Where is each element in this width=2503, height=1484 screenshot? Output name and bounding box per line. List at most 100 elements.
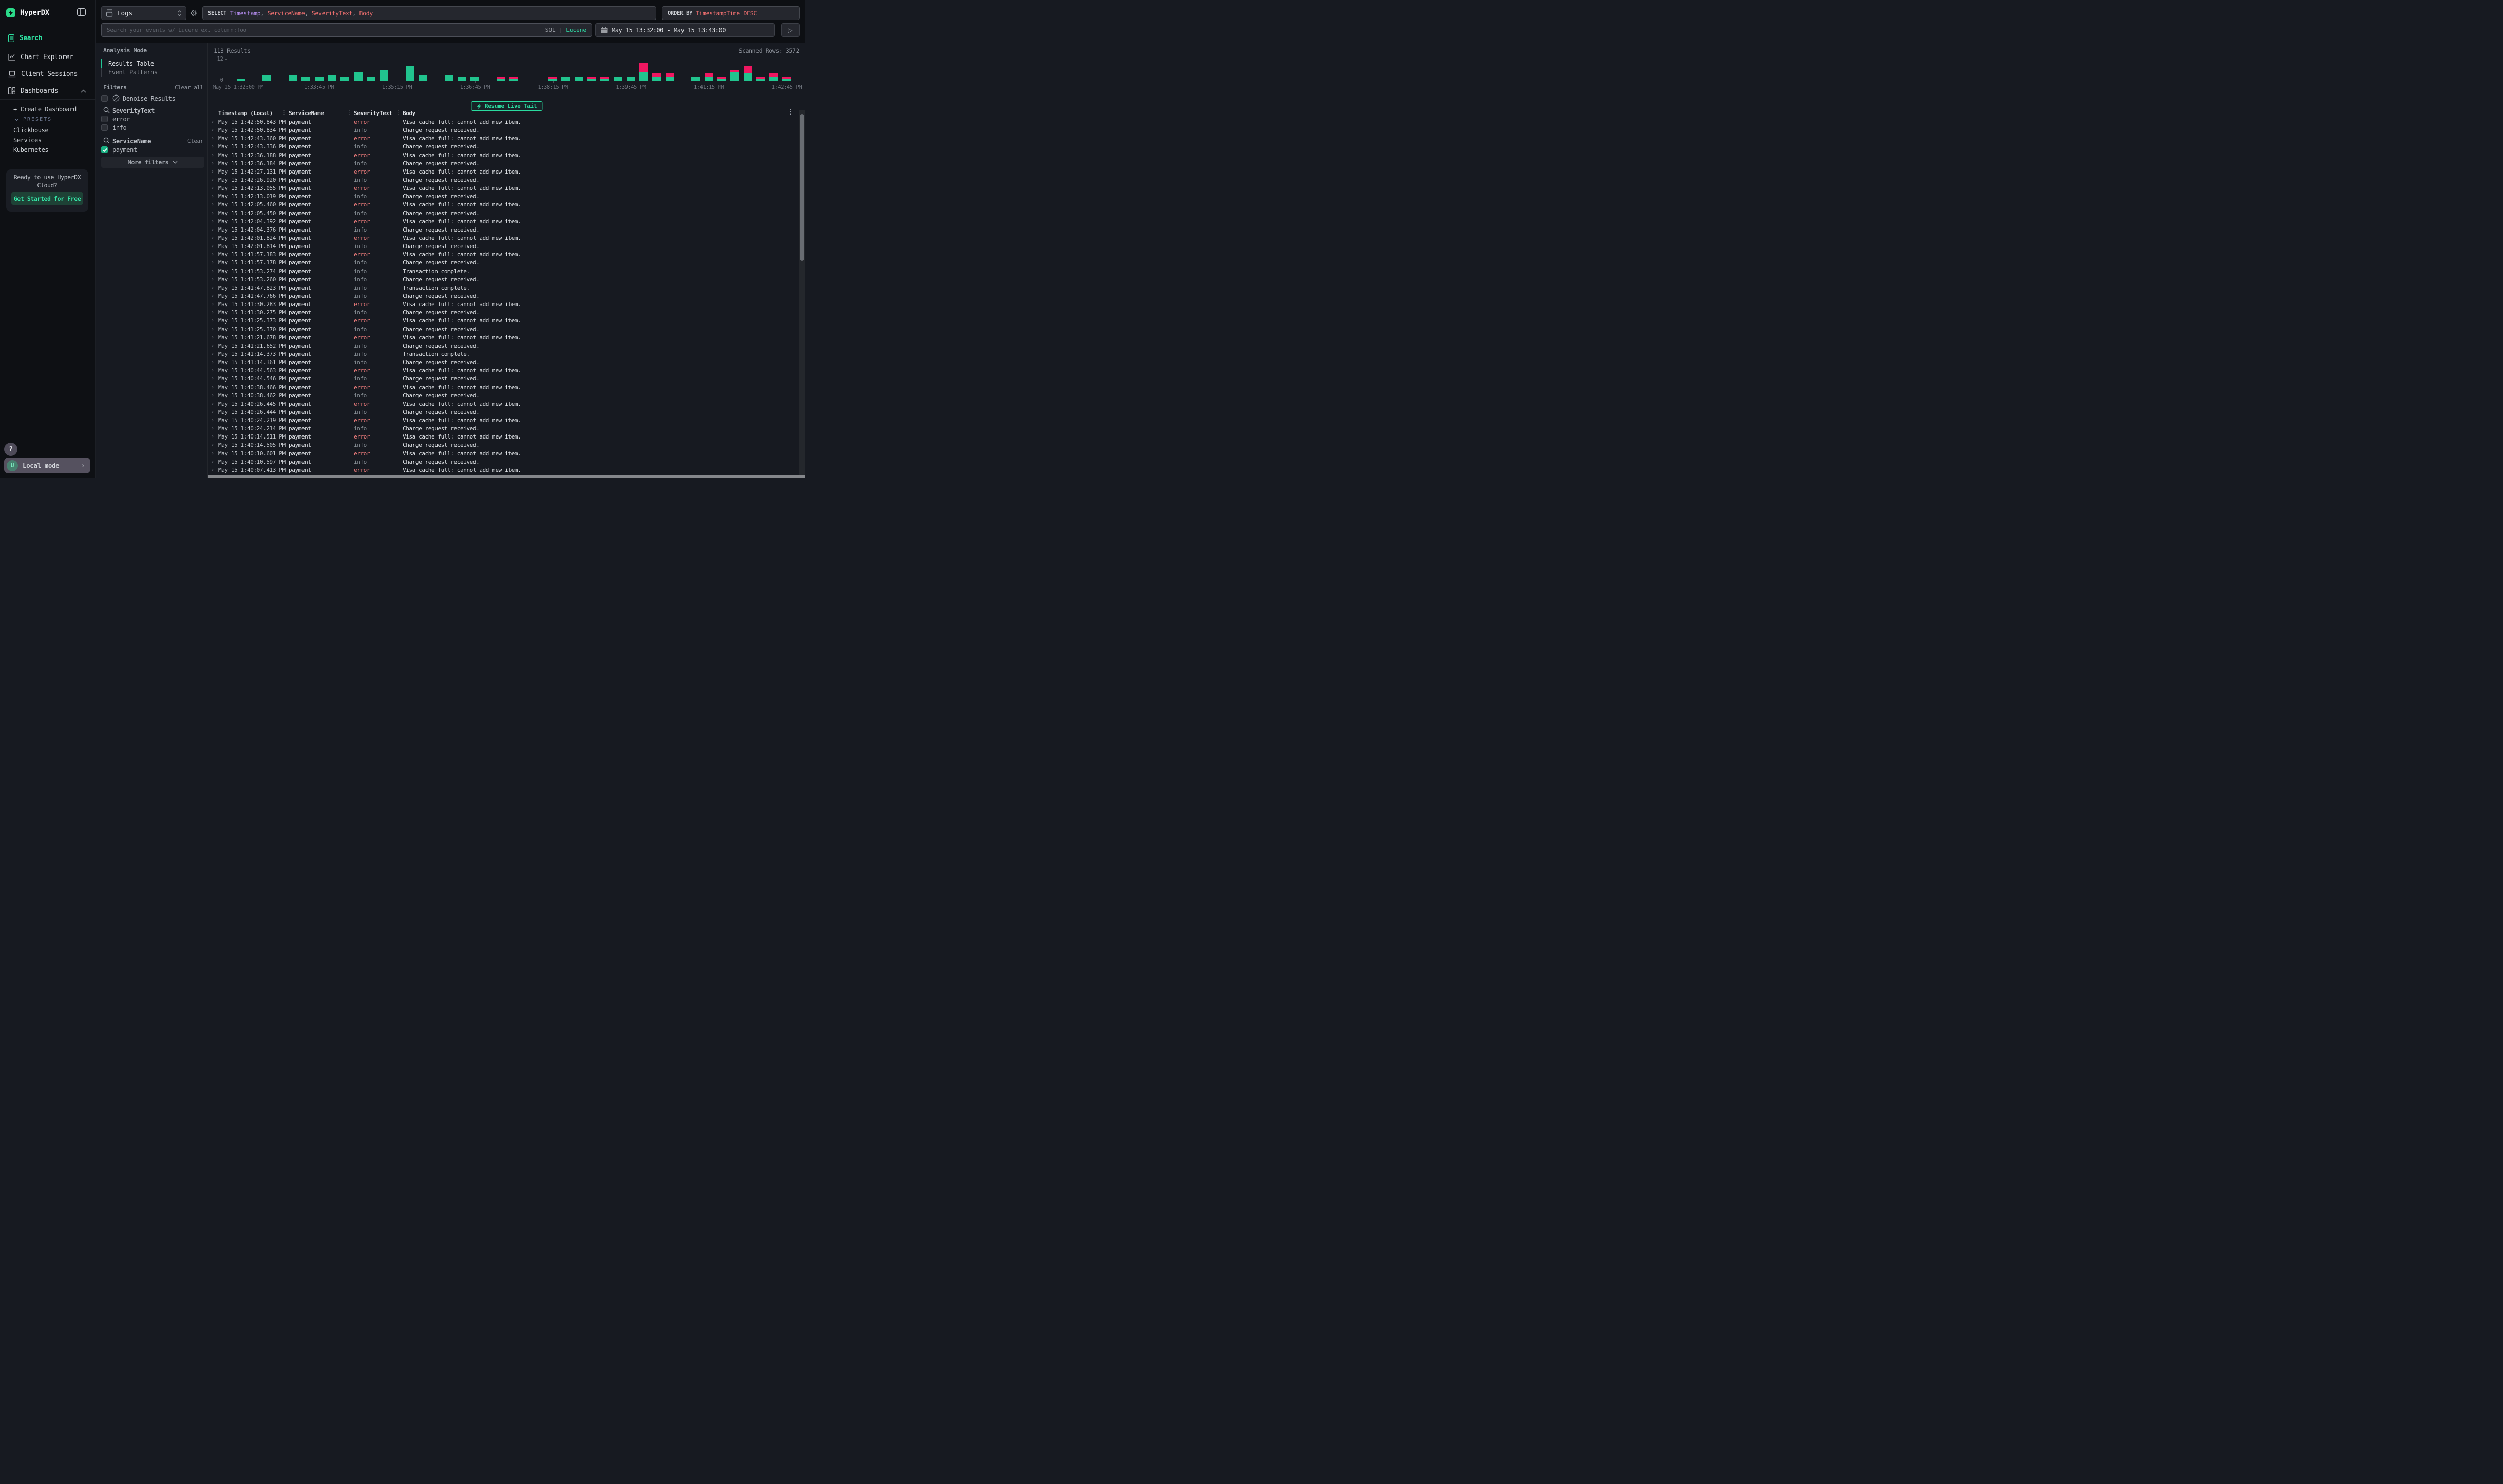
row-expand-icon[interactable]: › xyxy=(211,168,214,176)
row-expand-icon[interactable]: › xyxy=(211,259,214,267)
row-expand-icon[interactable]: › xyxy=(211,292,214,300)
table-row[interactable]: ›May 15 1:40:14.511 PMpaymenterrorVisa c… xyxy=(208,433,798,441)
checkbox-payment[interactable] xyxy=(101,146,108,153)
create-dashboard-button[interactable]: + Create Dashboard xyxy=(13,106,77,113)
chart-bar[interactable] xyxy=(587,77,596,81)
chart-bar[interactable] xyxy=(744,66,752,81)
row-expand-icon[interactable]: › xyxy=(211,201,214,209)
table-row[interactable]: ›May 15 1:40:26.444 PMpaymentinfoCharge … xyxy=(208,408,798,416)
column-resize-handle[interactable]: ⋮ xyxy=(347,110,352,116)
table-row[interactable]: ›May 15 1:40:38.466 PMpaymenterrorVisa c… xyxy=(208,384,798,392)
chart-bar[interactable] xyxy=(769,73,778,81)
run-query-button[interactable]: ▷ xyxy=(781,23,800,37)
row-expand-icon[interactable]: › xyxy=(211,226,214,234)
get-started-button[interactable]: Get Started for Free xyxy=(11,192,83,205)
row-expand-icon[interactable]: › xyxy=(211,176,214,184)
row-expand-icon[interactable]: › xyxy=(211,317,214,325)
row-expand-icon[interactable]: › xyxy=(211,350,214,358)
table-row[interactable]: ›May 15 1:42:43.360 PMpaymenterrorVisa c… xyxy=(208,135,798,143)
horizontal-scrollbar[interactable] xyxy=(208,475,805,478)
row-expand-icon[interactable]: › xyxy=(211,210,214,218)
sidebar-item-chart-explorer[interactable]: Chart Explorer xyxy=(0,51,96,63)
chart-bar[interactable] xyxy=(639,63,648,81)
table-row[interactable]: ›May 15 1:42:04.376 PMpaymentinfoCharge … xyxy=(208,226,798,234)
row-expand-icon[interactable]: › xyxy=(211,358,214,367)
row-expand-icon[interactable]: › xyxy=(211,234,214,242)
vertical-scrollbar[interactable] xyxy=(799,110,805,475)
table-row[interactable]: ›May 15 1:41:25.373 PMpaymenterrorVisa c… xyxy=(208,317,798,325)
column-resize-handle[interactable]: ⋮ xyxy=(396,110,401,116)
table-row[interactable]: ›May 15 1:40:44.563 PMpaymenterrorVisa c… xyxy=(208,367,798,375)
table-row[interactable]: ›May 15 1:41:14.361 PMpaymentinfoCharge … xyxy=(208,358,798,367)
help-button[interactable]: ? xyxy=(4,443,17,456)
row-expand-icon[interactable]: › xyxy=(211,118,214,126)
column-header-severitytext[interactable]: SeverityText xyxy=(354,110,392,117)
row-expand-icon[interactable]: › xyxy=(211,450,214,458)
table-row[interactable]: ›May 15 1:41:30.275 PMpaymentinfoCharge … xyxy=(208,309,798,317)
chart-bar[interactable] xyxy=(262,75,271,81)
sidebar-item-client-sessions[interactable]: Client Sessions xyxy=(0,68,96,80)
table-row[interactable]: ›May 15 1:40:10.597 PMpaymentinfoCharge … xyxy=(208,458,798,466)
time-range-picker[interactable]: May 15 13:32:00 - May 15 13:43:00 xyxy=(595,23,775,37)
mode-results-table[interactable]: Results Table xyxy=(101,59,199,68)
chart-bar[interactable] xyxy=(705,73,713,81)
table-row[interactable]: ›May 15 1:41:53.274 PMpaymentinfoTransac… xyxy=(208,268,798,276)
preset-item-kubernetes[interactable]: Kubernetes xyxy=(13,146,48,154)
table-row[interactable]: ›May 15 1:42:36.184 PMpaymentinfoCharge … xyxy=(208,160,798,168)
chart-bar[interactable] xyxy=(627,77,635,81)
table-row[interactable]: ›May 15 1:41:57.183 PMpaymenterrorVisa c… xyxy=(208,251,798,259)
sidebar-item-dashboards[interactable]: Dashboards xyxy=(0,85,96,97)
row-expand-icon[interactable]: › xyxy=(211,367,214,375)
search-input[interactable]: Search your events w/ Lucene ex. column:… xyxy=(101,23,592,37)
collapse-sidebar-icon[interactable] xyxy=(77,8,86,16)
row-expand-icon[interactable]: › xyxy=(211,151,214,160)
chart-bar[interactable] xyxy=(600,77,609,81)
table-row[interactable]: ›May 15 1:40:38.462 PMpaymentinfoCharge … xyxy=(208,392,798,400)
clear-servicename-button[interactable]: Clear xyxy=(187,138,203,144)
preset-item-services[interactable]: Services xyxy=(13,137,42,144)
table-row[interactable]: ›May 15 1:42:13.055 PMpaymenterrorVisa c… xyxy=(208,184,798,193)
table-row[interactable]: ›May 15 1:40:24.219 PMpaymenterrorVisa c… xyxy=(208,416,798,425)
table-row[interactable]: ›May 15 1:42:01.824 PMpaymenterrorVisa c… xyxy=(208,234,798,242)
row-expand-icon[interactable]: › xyxy=(211,184,214,193)
chart-bar[interactable] xyxy=(340,77,349,81)
table-row[interactable]: ›May 15 1:41:47.823 PMpaymentinfoTransac… xyxy=(208,284,798,292)
row-expand-icon[interactable]: › xyxy=(211,309,214,317)
more-filters-button[interactable]: More filters xyxy=(101,157,204,168)
gear-icon[interactable]: ⚙ xyxy=(189,9,198,18)
row-expand-icon[interactable]: › xyxy=(211,218,214,226)
table-row[interactable]: ›May 15 1:42:05.460 PMpaymenterrorVisa c… xyxy=(208,201,798,209)
row-expand-icon[interactable]: › xyxy=(211,251,214,259)
chart-bar[interactable] xyxy=(782,77,791,81)
chart-bar[interactable] xyxy=(497,77,505,81)
chart-bar[interactable] xyxy=(419,75,427,81)
chart-bar[interactable] xyxy=(289,75,297,81)
table-row[interactable]: ›May 15 1:42:27.131 PMpaymenterrorVisa c… xyxy=(208,168,798,176)
mode-event-patterns[interactable]: Event Patterns xyxy=(101,68,199,77)
chart-bar[interactable] xyxy=(561,77,570,81)
row-expand-icon[interactable]: › xyxy=(211,334,214,342)
row-expand-icon[interactable]: › xyxy=(211,441,214,449)
chart-bar[interactable] xyxy=(445,75,453,81)
column-header-body[interactable]: Body xyxy=(403,110,415,117)
table-row[interactable]: ›May 15 1:42:05.450 PMpaymentinfoCharge … xyxy=(208,210,798,218)
table-row[interactable]: ›May 15 1:42:50.843 PMpaymenterrorVisa c… xyxy=(208,118,798,126)
table-row[interactable]: ›May 15 1:40:26.445 PMpaymenterrorVisa c… xyxy=(208,400,798,408)
row-expand-icon[interactable]: › xyxy=(211,160,214,168)
chart-bar[interactable] xyxy=(315,77,324,81)
row-expand-icon[interactable]: › xyxy=(211,433,214,441)
chart-bar[interactable] xyxy=(509,77,518,81)
column-header-timestamp[interactable]: Timestamp (Local) xyxy=(218,110,273,117)
filter-option-error[interactable]: error xyxy=(112,116,130,123)
chart-bar[interactable] xyxy=(548,77,557,81)
row-expand-icon[interactable]: › xyxy=(211,193,214,201)
row-expand-icon[interactable]: › xyxy=(211,284,214,292)
table-row[interactable]: ›May 15 1:40:07.413 PMpaymenterrorVisa c… xyxy=(208,466,798,474)
source-select[interactable]: Logs xyxy=(101,6,186,20)
chart-bar[interactable] xyxy=(470,77,479,81)
table-row[interactable]: ›May 15 1:42:01.814 PMpaymentinfoCharge … xyxy=(208,242,798,251)
language-toggle-lucene[interactable]: Lucene xyxy=(566,27,586,33)
chart-bar[interactable] xyxy=(406,66,414,81)
chart-bar[interactable] xyxy=(237,79,245,81)
chart-bar[interactable] xyxy=(575,77,583,81)
